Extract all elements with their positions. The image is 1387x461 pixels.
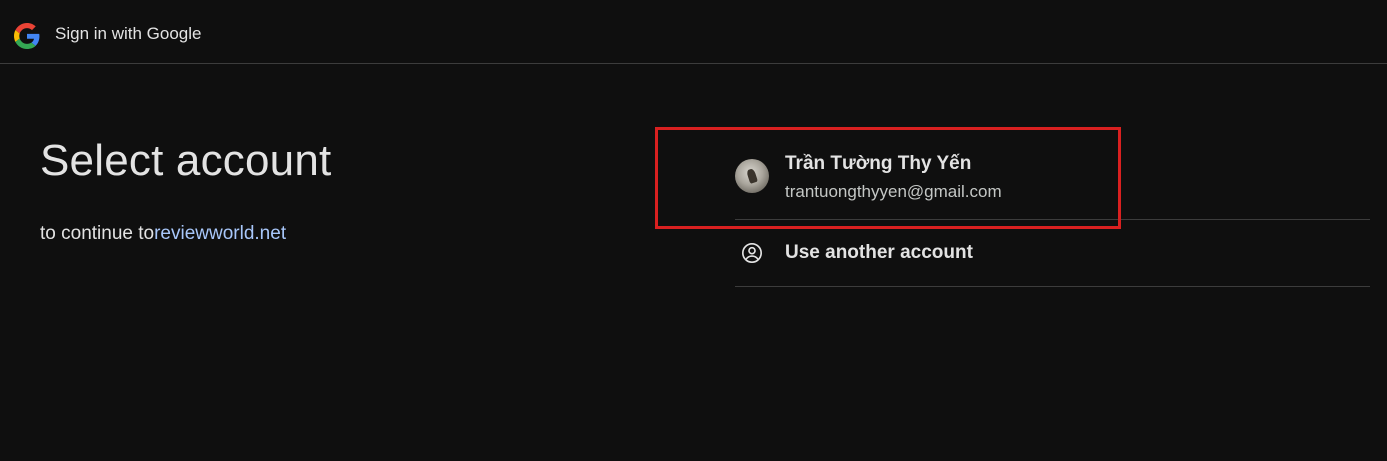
site-link[interactable]: reviewworld.net: [154, 223, 286, 244]
account-circle-icon: [742, 243, 762, 263]
header-title: Sign in with Google: [55, 24, 202, 43]
google-g-icon: [14, 23, 40, 49]
account-list: Trần Tường Thy Yến trantuongthyyen@gmail…: [735, 137, 1370, 287]
subtitle-prefix: to continue to: [40, 223, 155, 244]
avatar: [735, 159, 769, 193]
use-another-account-label: Use another account: [785, 242, 973, 263]
account-name: Trần Tường Thy Yến: [785, 153, 972, 174]
page-title: Select account: [40, 136, 332, 185]
use-another-account-button[interactable]: Use another account: [735, 220, 1370, 287]
app-header: Sign in with Google: [0, 0, 1387, 64]
avatar-photo: [746, 168, 758, 184]
page-heading: Select account: [40, 136, 331, 186]
account-item[interactable]: Trần Tường Thy Yến trantuongthyyen@gmail…: [735, 137, 1370, 220]
account-email: trantuongthyyen@gmail.com: [785, 182, 1002, 201]
page-subtitle: to continue toreviewworld.net: [40, 223, 286, 245]
